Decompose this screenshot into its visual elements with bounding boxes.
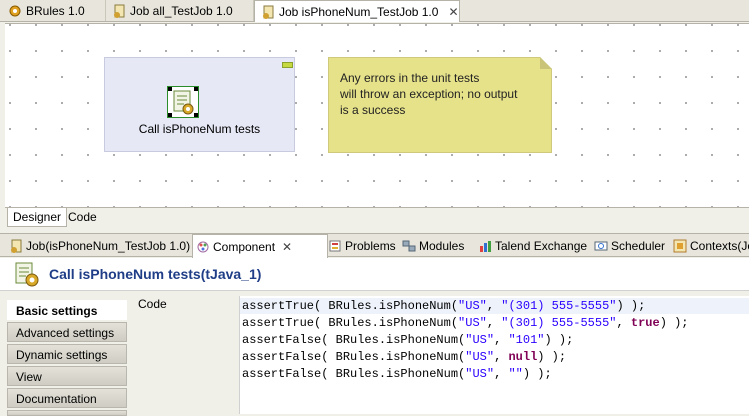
routine-icon bbox=[8, 4, 22, 18]
tab-all-testjob-label: Job all_TestJob 1.0 bbox=[130, 3, 233, 18]
settings-documentation[interactable]: Documentation bbox=[7, 388, 127, 408]
code-token: ) ); bbox=[537, 350, 567, 364]
settings-basic[interactable]: Basic settings bbox=[7, 300, 127, 320]
code-token: true bbox=[630, 316, 660, 330]
code-token: assertTrue( BRules.isPhoneNum( bbox=[242, 299, 459, 313]
code-token: , bbox=[494, 333, 509, 347]
tab-contexts-label: Contexts(Jo bbox=[690, 239, 749, 253]
job-icon bbox=[112, 4, 126, 18]
exchange-icon bbox=[478, 239, 492, 253]
code-line[interactable]: assertFalse( BRules.isPhoneNum("US", nul… bbox=[242, 350, 566, 364]
code-token: ) ); bbox=[522, 367, 552, 381]
code-token: "US" bbox=[458, 316, 487, 330]
code-line[interactable]: assertFalse( BRules.isPhoneNum("US", "10… bbox=[242, 333, 573, 347]
code-token: assertFalse( BRules.isPhoneNum( bbox=[242, 333, 466, 347]
tab-modules[interactable]: Modules bbox=[399, 235, 467, 257]
code-token: ) ); bbox=[544, 333, 574, 347]
subjob-box[interactable] bbox=[104, 57, 295, 152]
code-token: assertFalse( BRules.isPhoneNum( bbox=[242, 350, 466, 364]
contexts-icon bbox=[673, 239, 687, 253]
tab-job-view[interactable]: Job(isPhoneNum_TestJob 1.0) bbox=[6, 235, 193, 257]
scheduler-icon bbox=[594, 239, 608, 253]
note-line: is a success bbox=[340, 103, 406, 117]
component-icon bbox=[196, 240, 210, 254]
settings-view[interactable]: View bbox=[7, 366, 127, 386]
code-token: , bbox=[486, 299, 502, 313]
note-line: Any errors in the unit tests bbox=[340, 71, 480, 85]
note-text: Any errors in the unit tests will throw … bbox=[340, 70, 545, 118]
code-token: ) ); bbox=[616, 299, 646, 313]
subjob-collapse-toggle[interactable] bbox=[282, 62, 293, 68]
code-token: , bbox=[494, 367, 509, 381]
tab-job-view-label: Job(isPhoneNum_TestJob 1.0) bbox=[26, 239, 191, 253]
modules-icon bbox=[402, 239, 416, 253]
component-title: Call isPhoneNum tests(tJava_1) bbox=[49, 266, 262, 282]
tab-brules-label: BRules 1.0 bbox=[26, 3, 85, 18]
designer-code-tabs: Designer Code bbox=[5, 207, 749, 227]
code-token: "US" bbox=[465, 350, 495, 364]
code-token: "US" bbox=[458, 299, 487, 313]
component-label[interactable]: Call isPhoneNum tests bbox=[104, 122, 295, 136]
code-token: "US" bbox=[465, 367, 495, 381]
code-line[interactable]: assertTrue( BRules.isPhoneNum("US", "(30… bbox=[242, 299, 645, 313]
code-token: , bbox=[494, 350, 509, 364]
job-icon bbox=[9, 239, 23, 253]
close-icon[interactable]: ✕ bbox=[282, 240, 292, 254]
tab-contexts[interactable]: Contexts(Jo bbox=[670, 235, 749, 257]
code-token: "(301) 555-5555" bbox=[501, 316, 617, 330]
editor-tab-bar: BRules 1.0 Job all_TestJob 1.0 Job isPho… bbox=[0, 0, 749, 22]
code-token: "101" bbox=[508, 333, 545, 347]
settings-list: Basic settings Advanced settings Dynamic… bbox=[7, 298, 127, 416]
job-icon bbox=[261, 5, 275, 19]
code-token: "(301) 555-5555" bbox=[501, 299, 617, 313]
tab-problems-label: Problems bbox=[345, 239, 396, 253]
code-token: null bbox=[508, 350, 538, 364]
tab-designer[interactable]: Designer bbox=[7, 208, 68, 227]
tab-isphonenum-testjob[interactable]: Job isPhoneNum_TestJob 1.0 ✕ bbox=[254, 0, 460, 22]
tab-modules-label: Modules bbox=[419, 239, 465, 253]
tab-all-testjob[interactable]: Job all_TestJob 1.0 bbox=[106, 0, 254, 21]
close-icon[interactable]: ✕ bbox=[448, 5, 458, 19]
tab-problems[interactable]: Problems bbox=[325, 235, 399, 257]
tab-code[interactable]: Code bbox=[63, 208, 102, 226]
tjava-component-icon[interactable] bbox=[167, 86, 199, 118]
tab-scheduler-label: Scheduler bbox=[611, 239, 666, 253]
code-token: , bbox=[616, 316, 631, 330]
note-line: will throw an exception; no output bbox=[340, 87, 518, 101]
code-label: Code bbox=[138, 297, 167, 311]
tab-isphonenum-testjob-label: Job isPhoneNum_TestJob 1.0 bbox=[279, 4, 439, 19]
problems-icon bbox=[328, 239, 342, 253]
code-line[interactable]: assertFalse( BRules.isPhoneNum("US", "")… bbox=[242, 367, 552, 381]
tab-component[interactable]: Component ✕ bbox=[192, 234, 328, 258]
code-line[interactable]: assertTrue( BRules.isPhoneNum("US", "(30… bbox=[242, 316, 689, 330]
tab-talend-exchange[interactable]: Talend Exchange bbox=[475, 235, 590, 257]
code-token: , bbox=[486, 316, 502, 330]
settings-advanced[interactable]: Advanced settings bbox=[7, 322, 127, 342]
code-token: assertFalse( BRules.isPhoneNum( bbox=[242, 367, 466, 381]
settings-dynamic[interactable]: Dynamic settings bbox=[7, 344, 127, 364]
view-tab-bar: Job(isPhoneNum_TestJob 1.0) Component ✕ … bbox=[0, 233, 749, 258]
code-token: assertTrue( BRules.isPhoneNum( bbox=[242, 316, 459, 330]
tab-talend-exchange-label: Talend Exchange bbox=[495, 239, 588, 253]
tab-brules[interactable]: BRules 1.0 bbox=[2, 0, 106, 21]
tjava-icon bbox=[13, 262, 41, 288]
tab-scheduler[interactable]: Scheduler bbox=[591, 235, 668, 257]
code-token: "US" bbox=[465, 333, 495, 347]
code-token: ) ); bbox=[659, 316, 689, 330]
code-token: "" bbox=[508, 367, 523, 381]
tab-component-label: Component bbox=[213, 239, 276, 254]
settings-more bbox=[7, 410, 127, 416]
